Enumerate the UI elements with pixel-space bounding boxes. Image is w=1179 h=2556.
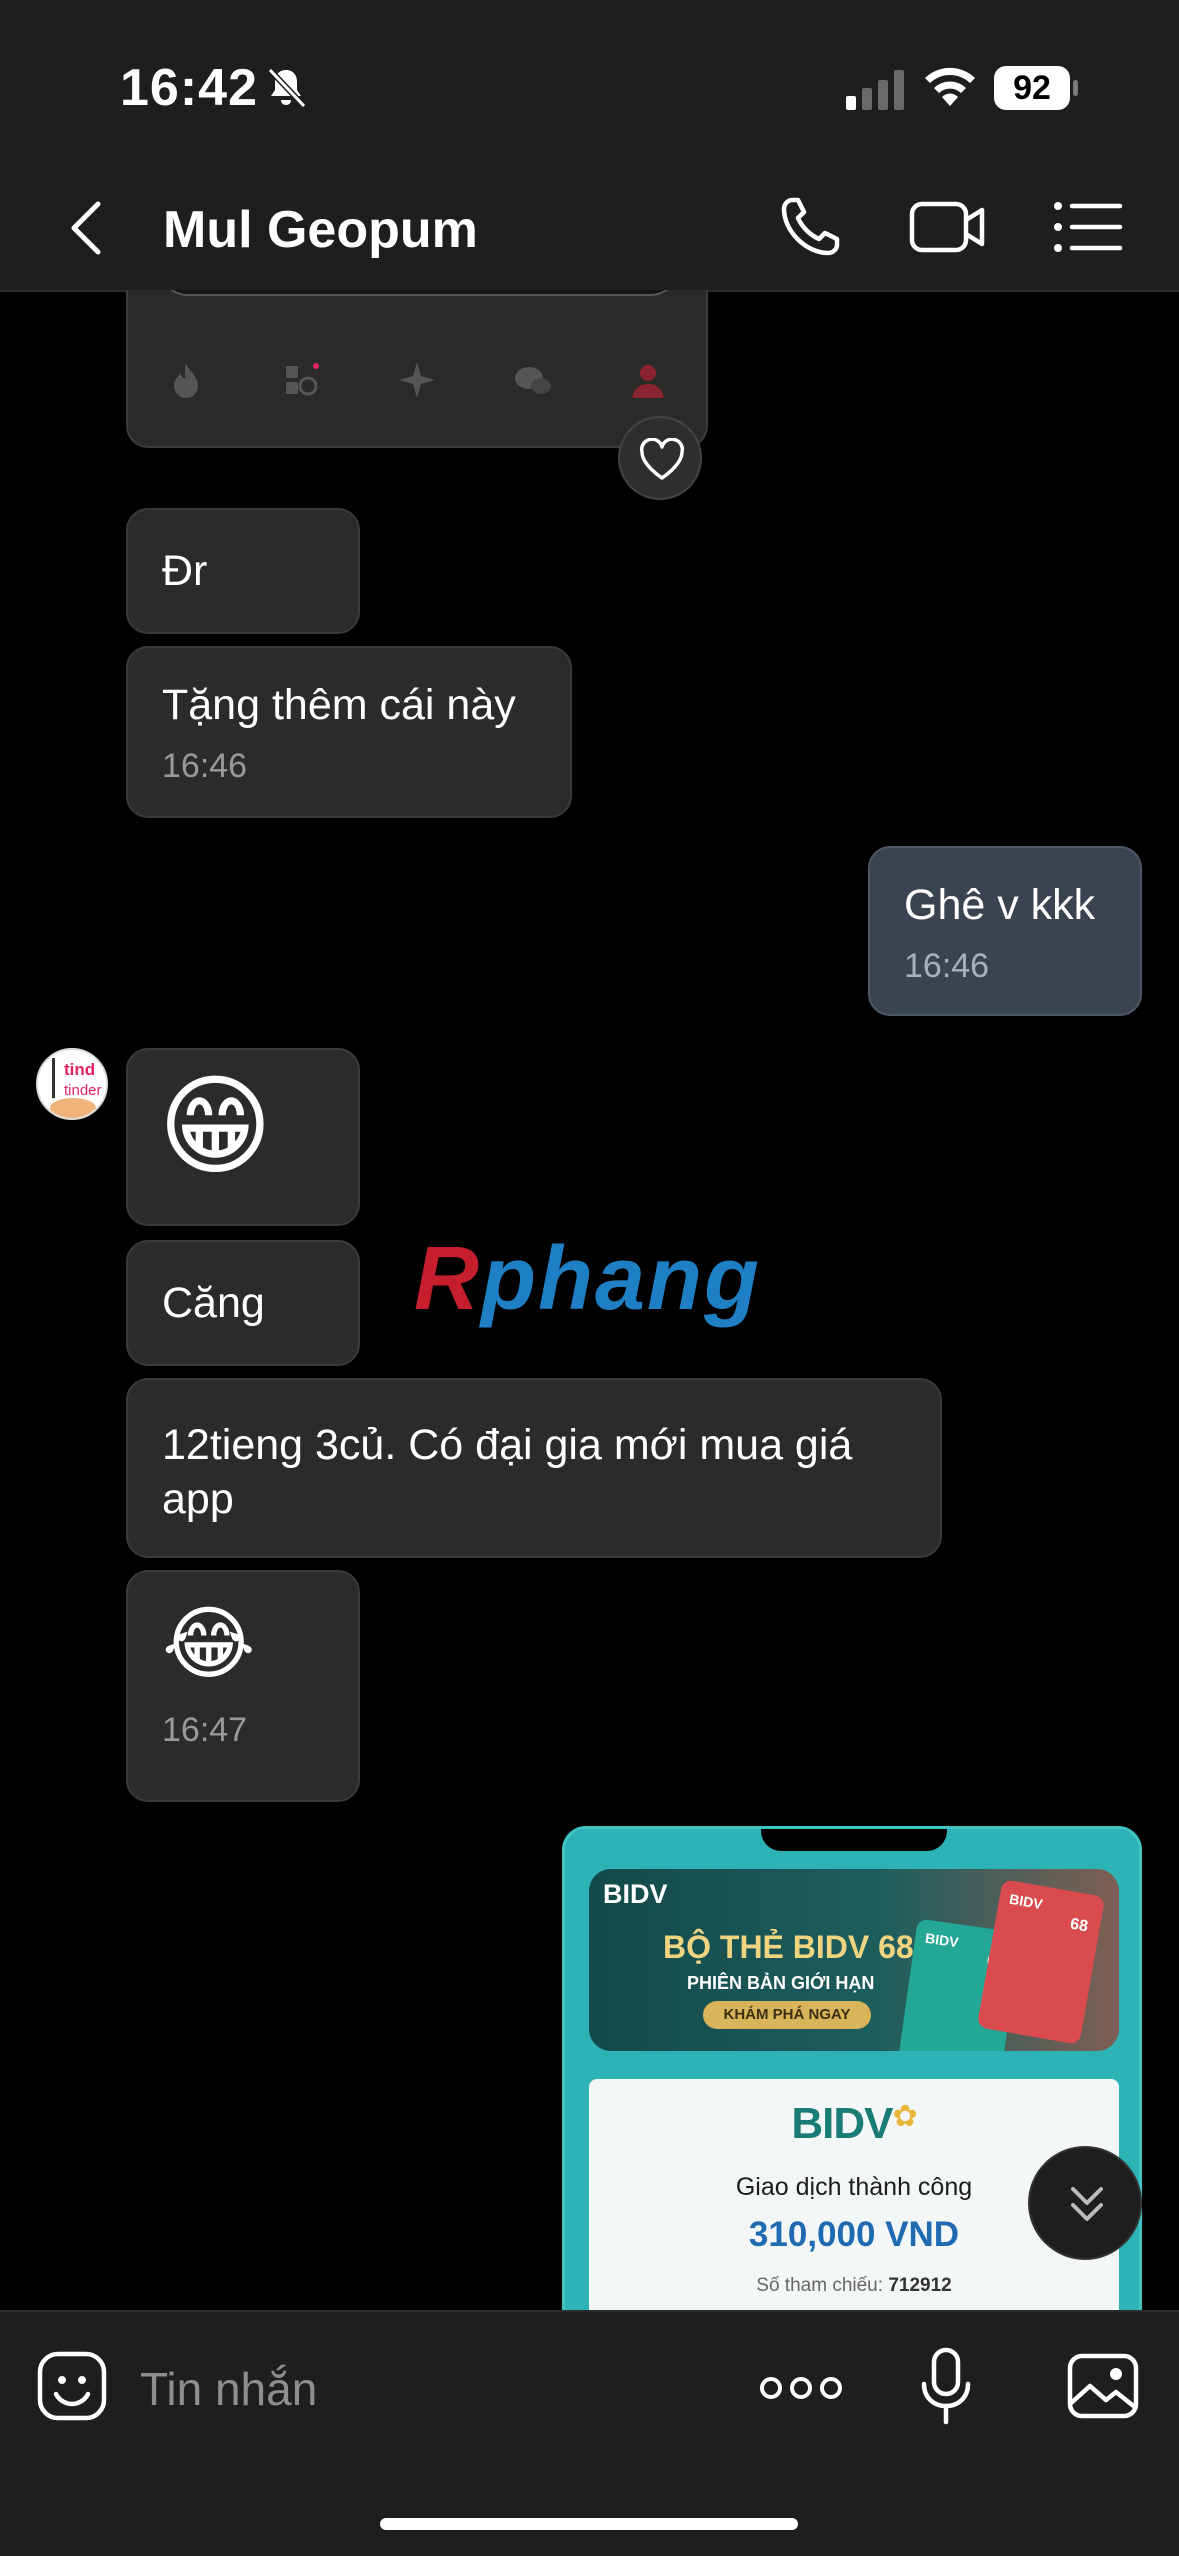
sparkle-icon <box>399 362 435 398</box>
home-indicator[interactable] <box>380 2518 798 2530</box>
chat-bubbles-icon <box>514 367 551 394</box>
flame-icon <box>174 364 198 398</box>
sticker-emoji-icon[interactable] <box>36 2350 108 2422</box>
bank-card-red: BIDV 68 <box>976 1879 1106 2045</box>
message-bubble[interactable]: Đr <box>126 508 360 634</box>
sender-avatar[interactable]: tind tinder <box>36 1048 108 1120</box>
message-time: 16:46 <box>904 947 990 985</box>
message-bubble-outgoing[interactable]: Ghê v kkk 16:46 <box>868 846 1142 1016</box>
microphone-icon[interactable] <box>918 2346 974 2426</box>
double-chevron-down-icon <box>1071 2187 1103 2221</box>
gallery-image-icon[interactable] <box>1066 2352 1140 2420</box>
shared-image-partial[interactable] <box>126 290 708 448</box>
back-button[interactable] <box>60 196 114 260</box>
message-text: Tặng thêm cái này <box>162 681 516 729</box>
message-text: Ghê v kkk <box>904 881 1096 929</box>
message-bubble[interactable]: 😂 16:47 <box>126 1570 360 1802</box>
wifi-icon <box>925 67 975 106</box>
battery-indicator: 92 <box>994 66 1078 110</box>
phone-call-icon[interactable] <box>770 190 850 264</box>
message-text: Đr <box>162 547 208 595</box>
message-bubble[interactable]: Căng <box>126 1240 360 1366</box>
message-bubble[interactable]: 12tieng 3củ. Có đại gia mới mua giá app <box>126 1378 942 1558</box>
tears-of-joy-emoji: 😂 <box>162 1599 256 1688</box>
bell-muted-icon <box>267 67 307 109</box>
chat-title[interactable]: Mul Geopum <box>163 200 478 260</box>
watermark-logo: Rphang <box>414 1229 761 1329</box>
message-time: 16:47 <box>162 1711 248 1749</box>
grinning-emoji: 😁 <box>158 1065 273 1188</box>
more-options-icon[interactable] <box>758 2368 844 2408</box>
message-input[interactable] <box>140 2356 700 2422</box>
top-bar: 16:42 92 Mul Geopum <box>0 0 1179 292</box>
message-bubble[interactable]: Tặng thêm cái này 16:46 <box>126 646 572 818</box>
signal-icon <box>846 70 904 110</box>
message-text: 12tieng 3củ. Có đại gia mới mua giá app <box>162 1421 853 1523</box>
menu-list-icon[interactable] <box>1050 190 1130 264</box>
message-text: Căng <box>162 1279 265 1327</box>
status-time: 16:42 <box>120 59 258 117</box>
like-reaction-button[interactable] <box>618 416 702 500</box>
heart-icon <box>639 438 685 480</box>
reference-number: Số tham chiếu: 712912 <box>756 2275 952 2296</box>
message-bubble[interactable]: 😁 <box>126 1048 360 1226</box>
battery-level: 92 <box>994 66 1070 110</box>
message-time: 16:46 <box>162 747 248 785</box>
bidv-logo: BIDV✿ <box>791 2099 917 2148</box>
explore-icon <box>285 363 319 396</box>
bidv-promo-banner: BIDV BỘ THẺ BIDV 68 PHIÊN BẢN GIỚI HẠN K… <box>589 1869 1119 2051</box>
video-call-icon[interactable] <box>908 190 988 264</box>
scroll-to-bottom-button[interactable] <box>1028 2146 1142 2260</box>
profile-icon <box>632 365 664 398</box>
